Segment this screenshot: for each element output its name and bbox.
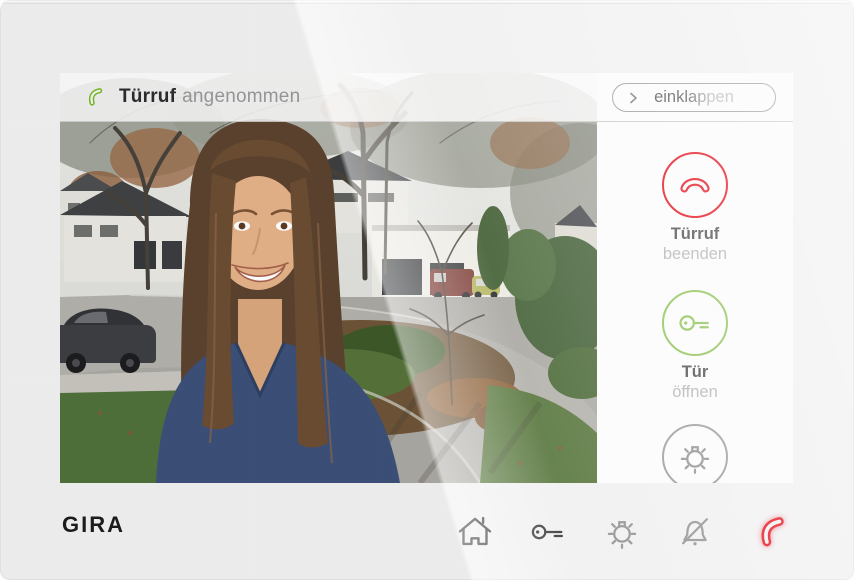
home-button[interactable]: [453, 483, 497, 580]
open-door-label-2: öffnen: [672, 382, 718, 402]
footer-bar: GIRA: [0, 483, 854, 580]
light-bulb-icon: [675, 437, 715, 477]
sidebar-header: einklappen: [597, 73, 793, 122]
door-key-button[interactable]: [526, 483, 570, 580]
key-icon: [675, 303, 715, 343]
light-ring: [662, 424, 728, 483]
phone-hangup-icon: [676, 166, 714, 204]
collapse-button[interactable]: einklappen: [612, 83, 776, 112]
end-call-label-2: beenden: [663, 244, 727, 264]
light-button[interactable]: [597, 424, 793, 483]
end-call-label-1: Türruf: [671, 224, 720, 244]
camera-scene: [60, 73, 597, 483]
end-door-call-button[interactable]: Türruf beenden: [597, 152, 793, 264]
light-toggle-button[interactable]: [600, 483, 644, 580]
intercom-device: Türruf angenommen einklappen Türruf beend…: [0, 0, 854, 580]
device-top-seam: [0, 3, 854, 4]
bell-muted-icon: [675, 512, 715, 552]
call-status-title: Türruf: [119, 86, 176, 107]
chevron-right-icon: [624, 89, 642, 107]
open-door-ring: [662, 290, 728, 356]
gira-logo: GIRA: [62, 512, 125, 538]
open-door-label-1: Tür: [682, 362, 709, 382]
open-door-button[interactable]: Tür öffnen: [597, 290, 793, 402]
call-status-bar: Türruf angenommen: [60, 73, 597, 122]
active-call-button[interactable]: [753, 483, 797, 580]
door-camera-video: Türruf angenommen: [60, 73, 597, 483]
call-status-text: Türruf angenommen: [119, 86, 300, 108]
action-sidebar: einklappen Türruf beenden: [597, 73, 793, 483]
phone-active-icon: [755, 512, 795, 552]
light-bulb-icon: [602, 512, 642, 552]
phone-accepted-icon: [85, 85, 109, 109]
collapse-button-label: einklappen: [654, 88, 734, 107]
call-status-detail: angenommen: [182, 86, 300, 107]
home-icon: [455, 512, 495, 552]
key-icon: [528, 512, 568, 552]
end-call-ring: [662, 152, 728, 218]
mute-bell-button[interactable]: [673, 483, 717, 580]
